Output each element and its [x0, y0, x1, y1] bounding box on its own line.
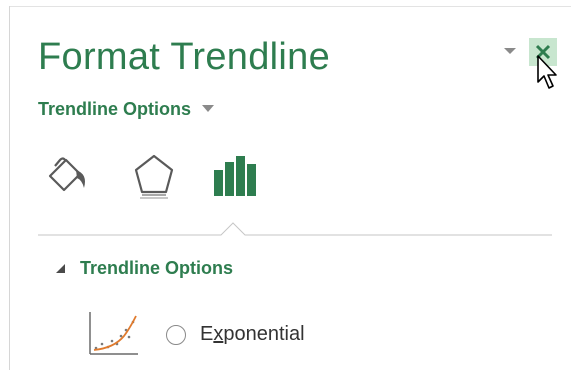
pane-left-border: [9, 6, 10, 370]
task-pane-options-button[interactable]: [501, 44, 519, 58]
exponential-trendline-icon: [89, 312, 138, 355]
trendline-options-section-header[interactable]: Trendline Options: [54, 255, 233, 281]
collapse-triangle-icon: [56, 264, 65, 273]
bar-chart-icon: [214, 156, 256, 196]
exponential-radio-label[interactable]: Exponential: [200, 323, 305, 346]
caret-down-icon: [202, 105, 215, 112]
pane-top-border: [9, 6, 571, 7]
tab-effects[interactable]: [124, 150, 184, 206]
trendline-options-dropdown[interactable]: Trendline Options: [38, 96, 215, 122]
close-button[interactable]: [527, 36, 559, 68]
trendline-options-section-label: Trendline Options: [80, 257, 234, 278]
format-trendline-pane: Format Trendline Trendline Options Trend…: [0, 0, 571, 370]
tab-divider: [38, 220, 552, 238]
pane-title: Format Trendline: [38, 36, 331, 78]
close-icon: [529, 38, 557, 66]
exponential-radio[interactable]: [166, 325, 186, 345]
tab-selection-pointer: [38, 222, 552, 236]
tab-fill-line[interactable]: [40, 150, 100, 206]
trendline-options-dropdown-label: Trendline Options: [38, 98, 192, 119]
tab-trendline-options[interactable]: [206, 150, 266, 206]
caret-down-icon: [504, 48, 516, 54]
paint-bucket-icon: [48, 157, 85, 192]
pentagon-icon: [134, 154, 174, 199]
